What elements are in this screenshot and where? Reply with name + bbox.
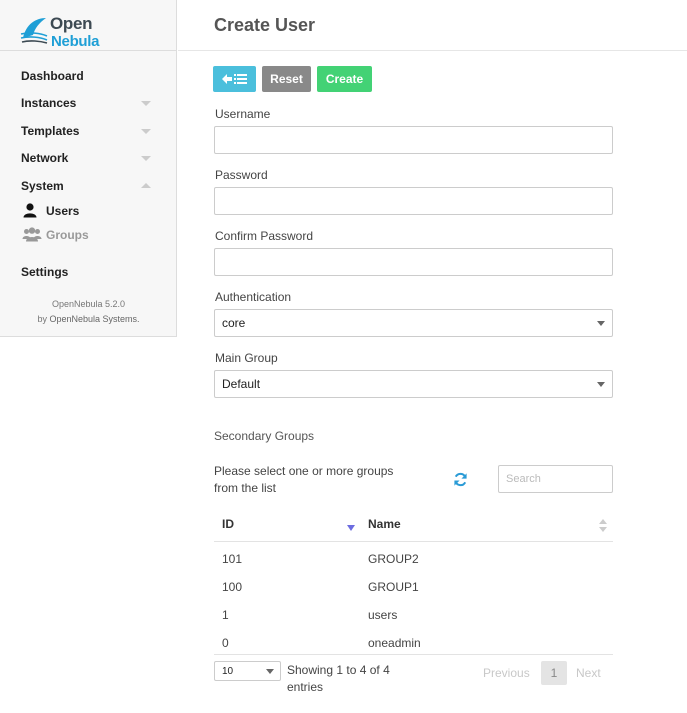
chevron-down-icon [597, 321, 605, 326]
logo-text-bottom: Nebula [51, 33, 100, 50]
main-group-label: Main Group [215, 351, 278, 365]
chevron-down-icon[interactable] [141, 101, 151, 106]
table-row[interactable]: 0 oneadmin [214, 629, 613, 657]
logo-text-top: Open [50, 14, 93, 33]
pagination-page-1[interactable]: 1 [541, 661, 567, 685]
sidebar-item-instances[interactable]: Instances [21, 96, 76, 110]
cell-id: 101 [222, 552, 243, 566]
password-field[interactable] [214, 187, 613, 215]
version-text: OpenNebula 5.2.0 [51, 299, 126, 309]
cell-id: 1 [222, 608, 229, 622]
chevron-up-icon[interactable] [141, 183, 151, 188]
sidebar-item-label: Users [46, 204, 80, 218]
cell-name: users [368, 608, 398, 622]
authentication-select[interactable]: core [214, 309, 613, 337]
confirm-password-label: Confirm Password [215, 229, 314, 243]
sidebar: Open Nebula Dashboard Instances Template… [0, 0, 177, 337]
sidebar-item-dashboard[interactable]: Dashboard [21, 69, 84, 83]
user-icon [23, 203, 37, 218]
header-divider [178, 50, 687, 51]
opennebula-logo[interactable]: Open Nebula [20, 12, 120, 50]
back-to-list-button[interactable] [213, 66, 256, 92]
authentication-label: Authentication [215, 290, 292, 304]
search-input[interactable]: Search [498, 465, 613, 493]
table-row[interactable]: 1 users [214, 601, 613, 629]
column-header-id[interactable]: ID [222, 517, 234, 531]
authentication-value: core [222, 316, 246, 330]
refresh-icon[interactable] [453, 472, 468, 487]
table-row[interactable]: 100 GROUP1 [214, 573, 613, 601]
sidebar-item-label: Groups [46, 228, 89, 242]
password-label: Password [215, 168, 268, 182]
cell-name: oneadmin [368, 636, 421, 650]
pagination-next[interactable]: Next [576, 666, 601, 680]
vendor-credit: by OpenNebula Systems. [0, 314, 177, 324]
sidebar-item-network[interactable]: Network [21, 151, 68, 165]
sidebar-item-system[interactable]: System [21, 179, 64, 193]
pagination-previous[interactable]: Previous [483, 666, 530, 680]
sort-both-icon[interactable] [599, 519, 607, 532]
vendor-prefix: by [37, 314, 47, 324]
sidebar-divider [0, 50, 177, 51]
chevron-down-icon[interactable] [141, 156, 151, 161]
cell-id: 0 [222, 636, 229, 650]
main-group-value: Default [222, 377, 261, 391]
page-length-select[interactable]: 10 [214, 661, 281, 681]
select-groups-hint: Please select one or more groups from th… [214, 464, 394, 495]
sidebar-item-templates[interactable]: Templates [21, 124, 79, 138]
confirm-password-field[interactable] [214, 248, 613, 276]
header-divider [214, 541, 613, 542]
back-to-list-icon [221, 74, 247, 84]
chevron-down-icon [266, 669, 274, 674]
nebula-logo-icon [20, 18, 48, 44]
page-length-value: 10 [222, 665, 234, 677]
create-button[interactable]: Create [317, 66, 372, 92]
cell-name: GROUP1 [368, 580, 419, 594]
cell-name: GROUP2 [368, 552, 419, 566]
column-header-name[interactable]: Name [368, 517, 401, 531]
page-title: Create User [214, 15, 316, 35]
sidebar-item-settings[interactable]: Settings [21, 265, 68, 279]
table-info: Showing 1 to 4 of 4 entries [287, 663, 390, 694]
users-icon [22, 227, 42, 242]
chevron-down-icon[interactable] [141, 129, 151, 134]
sort-desc-icon[interactable] [347, 525, 355, 531]
username-label: Username [215, 107, 271, 121]
table-divider [214, 654, 613, 655]
chevron-down-icon [597, 382, 605, 387]
vendor-link[interactable]: OpenNebula Systems. [49, 314, 139, 324]
main-group-select[interactable]: Default [214, 370, 613, 398]
secondary-groups-label: Secondary Groups [214, 429, 315, 443]
reset-button[interactable]: Reset [262, 66, 311, 92]
table-row[interactable]: 101 GROUP2 [214, 545, 613, 573]
cell-id: 100 [222, 580, 243, 594]
username-field[interactable] [214, 126, 613, 154]
